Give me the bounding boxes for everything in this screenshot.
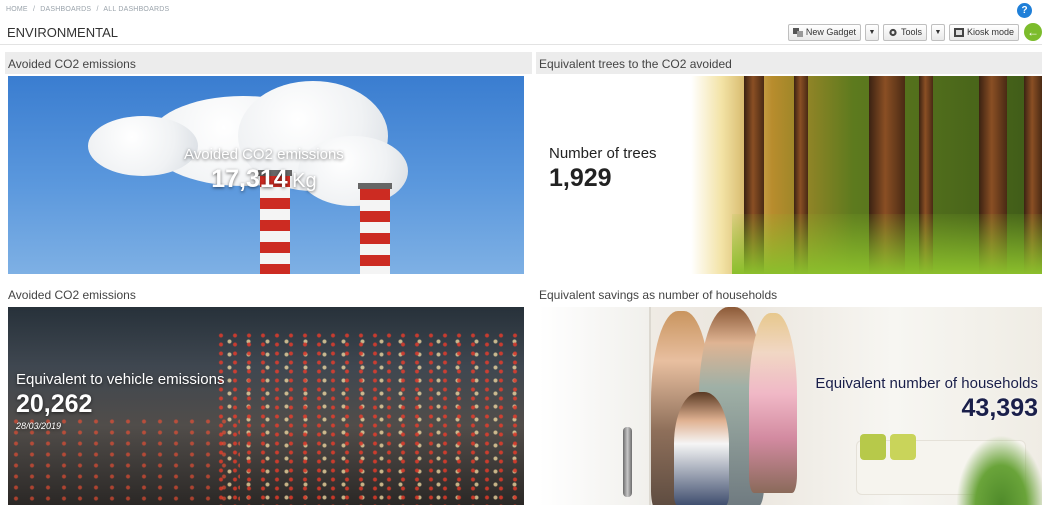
co2-label: Avoided CO2 emissions [184,146,344,163]
co2-overlay: Avoided CO2 emissions 17,314 Kg [184,146,344,194]
traffic-image: Equivalent to vehicle emissions 20,262 2… [8,307,524,505]
gadget-equivalent-trees: Equivalent trees to the CO2 avoided Numb… [536,52,1042,274]
households-value: 43,393 [961,394,1038,422]
gadget-icon [792,27,803,37]
co2-value: 17,314 [211,165,288,193]
forest-image: Number of trees 1,929 [539,76,1042,274]
smokestacks-image: Avoided CO2 emissions 17,314 Kg [8,76,524,274]
vehicle-value: 20,262 [16,390,93,418]
new-gadget-label: New Gadget [805,27,856,37]
gadget-vehicle-emissions: Avoided CO2 emissions Equivalent to vehi… [5,283,532,505]
trees-overlay: Number of trees 1,929 [549,145,657,193]
breadcrumb-all-dashboards[interactable]: ALL DASHBOARDS [103,6,169,13]
toolbar: New Gadget ▼ Tools ▼ Kiosk mode ← [787,23,1042,41]
new-gadget-button[interactable]: New Gadget [787,23,861,41]
gadget-title[interactable]: Equivalent savings as number of househol… [536,283,1042,305]
title-bar: ENVIRONMENTAL New Gadget ▼ Tools ▼ Kiosk… [0,21,1042,45]
gadget-households: Equivalent savings as number of househol… [536,283,1042,505]
gadget-title[interactable]: Equivalent trees to the CO2 avoided [536,52,1042,74]
kiosk-icon [953,27,964,37]
vehicle-label: Equivalent to vehicle emissions [16,371,225,388]
vehicle-overlay: Equivalent to vehicle emissions 20,262 2… [16,371,224,431]
vehicle-date: 28/03/2019 [16,421,62,431]
breadcrumb: HOME / DASHBOARDS / ALL DASHBOARDS [6,6,172,13]
households-overlay: Equivalent number of households 43,393 [815,375,1038,423]
tools-label: Tools [900,27,922,37]
help-icon[interactable]: ? [1017,3,1032,18]
page-title: ENVIRONMENTAL [7,25,118,40]
kiosk-mode-label: Kiosk mode [966,27,1014,37]
tools-dropdown[interactable]: ▼ [930,23,945,41]
co2-unit: Kg [292,170,317,192]
breadcrumb-separator: / [32,6,36,13]
breadcrumb-dashboards[interactable]: DASHBOARDS [40,6,91,13]
breadcrumb-home[interactable]: HOME [6,6,28,13]
gadget-avoided-co2: Avoided CO2 emissions Avoided CO2 emissi… [5,52,532,274]
new-gadget-dropdown[interactable]: ▼ [864,23,879,41]
breadcrumb-separator: / [96,6,99,13]
gadget-title[interactable]: Avoided CO2 emissions [5,283,532,305]
gear-icon [889,28,897,36]
trees-value: 1,929 [549,164,612,192]
tools-button[interactable]: Tools [882,23,927,41]
family-home-image: Equivalent number of households 43,393 [539,307,1042,505]
kiosk-mode-button[interactable]: Kiosk mode [948,23,1019,41]
trees-label: Number of trees [549,145,657,162]
households-label: Equivalent number of households [815,375,1038,392]
gadget-title[interactable]: Avoided CO2 emissions [5,52,532,74]
back-arrow-icon[interactable]: ← [1024,23,1042,41]
